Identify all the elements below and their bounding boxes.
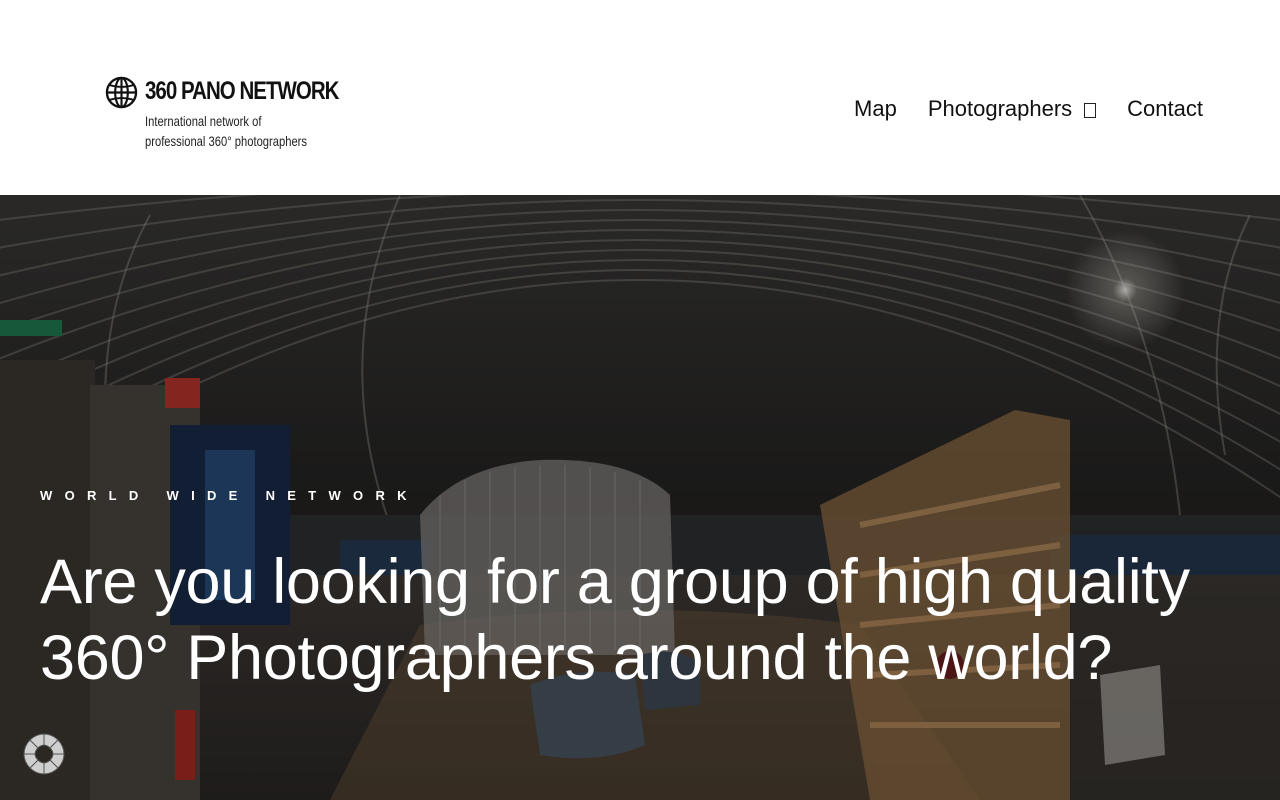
nav-item-contact[interactable]: Contact: [1127, 94, 1203, 124]
nav-item-label: Photographers: [927, 96, 1073, 121]
site-logo[interactable]: 360 PANO NETWORK International network o…: [105, 75, 339, 155]
brand-tagline-line1: International network of: [145, 113, 262, 129]
hero-eyebrow: WORLD WIDE NETWORK: [40, 488, 419, 503]
brand-tagline-line2: professional 360° photographers: [145, 133, 308, 149]
main-nav: Map Photographers Contact: [854, 94, 1203, 124]
hero-headline: Are you looking for a group of high qual…: [40, 547, 1190, 693]
site-header: 360 PANO NETWORK International network o…: [0, 0, 1280, 195]
nav-item-label: Contact: [1127, 96, 1203, 121]
spinner-icon[interactable]: [20, 730, 68, 778]
globe-icon: [105, 76, 138, 109]
nav-item-label: Map: [854, 96, 897, 121]
hero-section: WORLD WIDE NETWORK Are you looking for a…: [0, 195, 1280, 800]
brand-name: 360 PANO NETWORK: [145, 77, 339, 105]
brand-tagline: International network of professional 36…: [145, 111, 307, 151]
nav-item-map[interactable]: Map: [854, 94, 897, 124]
nav-item-photographers[interactable]: Photographers: [927, 94, 1097, 124]
chevron-down-icon[interactable]: [1084, 102, 1097, 118]
